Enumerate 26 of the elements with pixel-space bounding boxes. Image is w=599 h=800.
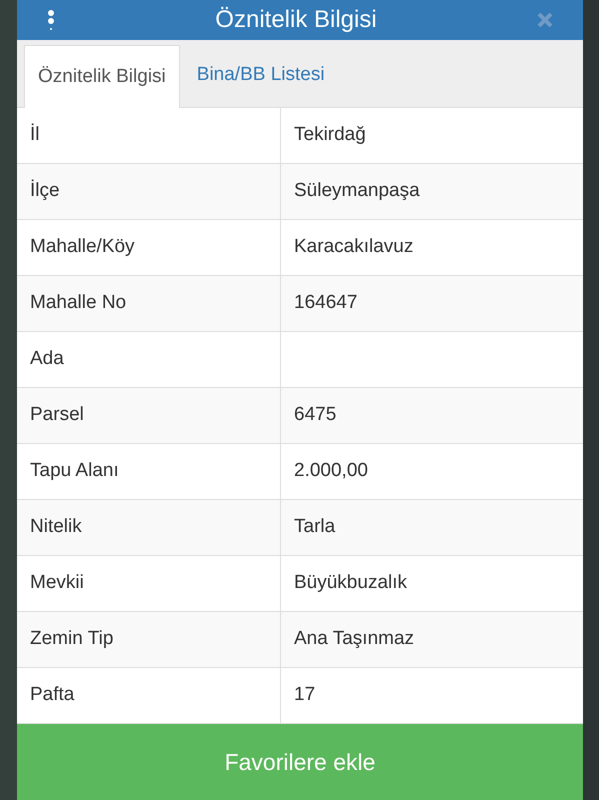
table-cell-text: Büyükbuzalık [294,571,408,596]
table-cell-text: İlçe [30,178,60,204]
add-to-favorites-button[interactable]: Favorilere ekle [17,724,583,800]
table-cell-text: Tarla [294,515,336,540]
table-cell-text: 164647 [294,291,358,316]
table-cell-text: Süleymanpaşa [294,179,420,204]
table-cell-text: Nitelik [30,515,82,540]
table-cell-text: 17 [294,683,316,708]
table-cell-text: Tekirdağ [294,123,366,148]
table-cell-text: Mahalle/Köy [30,235,135,260]
more-options-icon[interactable] [47,10,55,30]
tab[interactable]: Bina/BB Listesi [180,44,342,107]
table-cell-text: Zemin Tip [30,627,114,652]
table-cell-text: Pafta [30,683,74,708]
dialog-title: Öznitelik Bilgisi [215,8,377,32]
table-cell-text: İl [30,122,40,148]
table-cell-text: Mevkii [30,571,84,596]
table-cell-text: 6475 [294,403,336,428]
table-cell-text: Tapu Alanı [30,459,119,484]
table-cell-text: Ada [30,347,64,372]
table-cell-text: Karacakılavuz [294,235,414,260]
table-cell-text: Parsel [30,403,84,428]
table-cell-text: Ana Taşınmaz [294,627,414,652]
table-cell-text: 2.000,00 [294,459,368,484]
tab[interactable]: Öznitelik Bilgisi [24,45,180,108]
table-cell-text: Mahalle No [30,291,126,316]
